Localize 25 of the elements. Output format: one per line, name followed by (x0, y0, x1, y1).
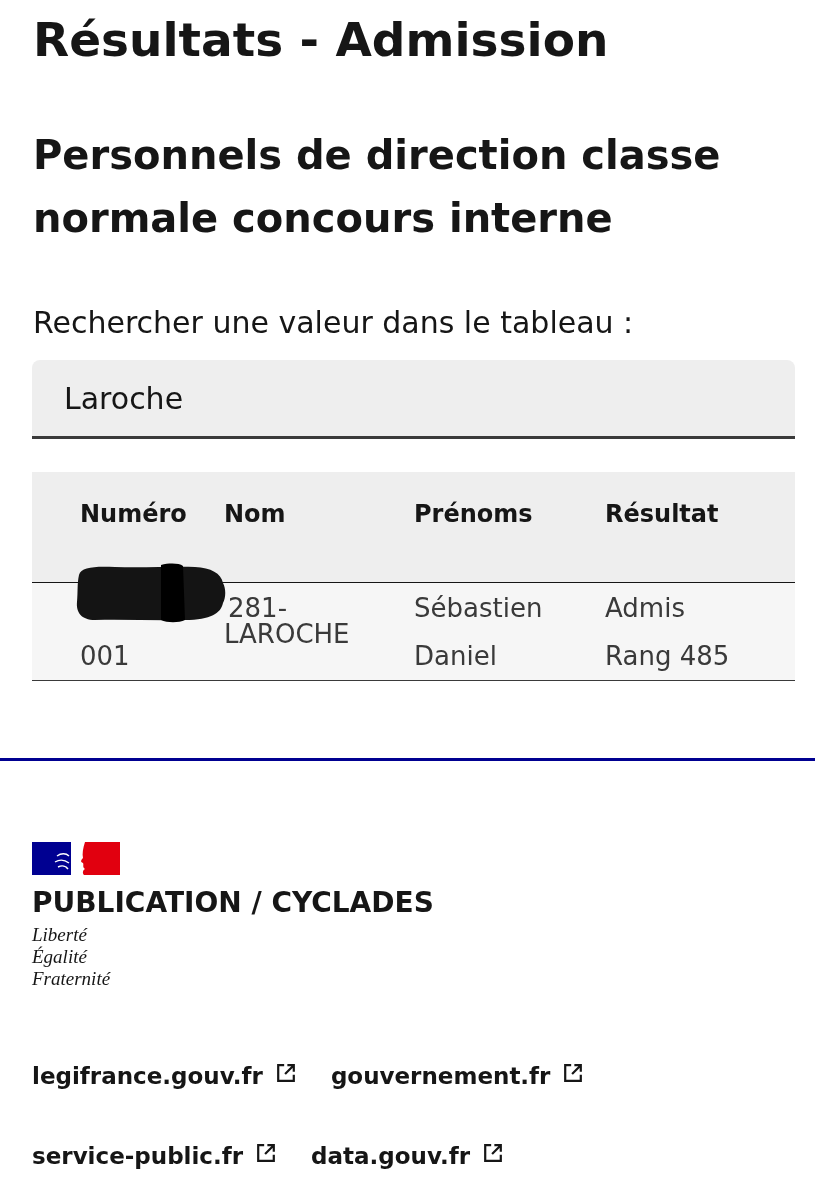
table-cell: LAROCHE (224, 620, 350, 648)
search-field[interactable]: Laroche (32, 360, 795, 439)
page-title: Résultats - Admission (33, 12, 609, 68)
external-link-icon (274, 1061, 297, 1084)
column-header: Résultat (589, 472, 795, 582)
table-cell: 001 (80, 641, 130, 670)
motto-line: Égalité (32, 945, 87, 968)
motto-line: Fraternité (32, 967, 111, 990)
column-header: Nom (208, 472, 398, 582)
external-link-icon (255, 1141, 278, 1164)
table-cell-text: Admis Rang 485 (605, 591, 730, 673)
footer-link[interactable]: gouvernement.fr (330, 1059, 585, 1092)
motto-line: Liberté (32, 923, 87, 946)
footer-link[interactable]: service-public.fr (32, 1139, 278, 1172)
brand-name: PUBLICATION / CYCLADES (32, 884, 434, 921)
footer-link[interactable]: legifrance.gouv.fr (32, 1059, 297, 1092)
footer-link[interactable]: data.gouv.fr (311, 1139, 505, 1172)
section-title: Personnels de direction classe normale concours interne (33, 131, 722, 243)
column-header: Prénoms (398, 472, 589, 582)
search-label: Rechercher une valeur dans le tableau : (33, 304, 634, 342)
external-link-icon (562, 1061, 585, 1084)
external-link-icon (482, 1141, 505, 1164)
tricolor-logo-icon (32, 841, 120, 875)
table-cell: 281- (228, 593, 287, 622)
table-cell-text: Sébastien Daniel (414, 591, 544, 673)
